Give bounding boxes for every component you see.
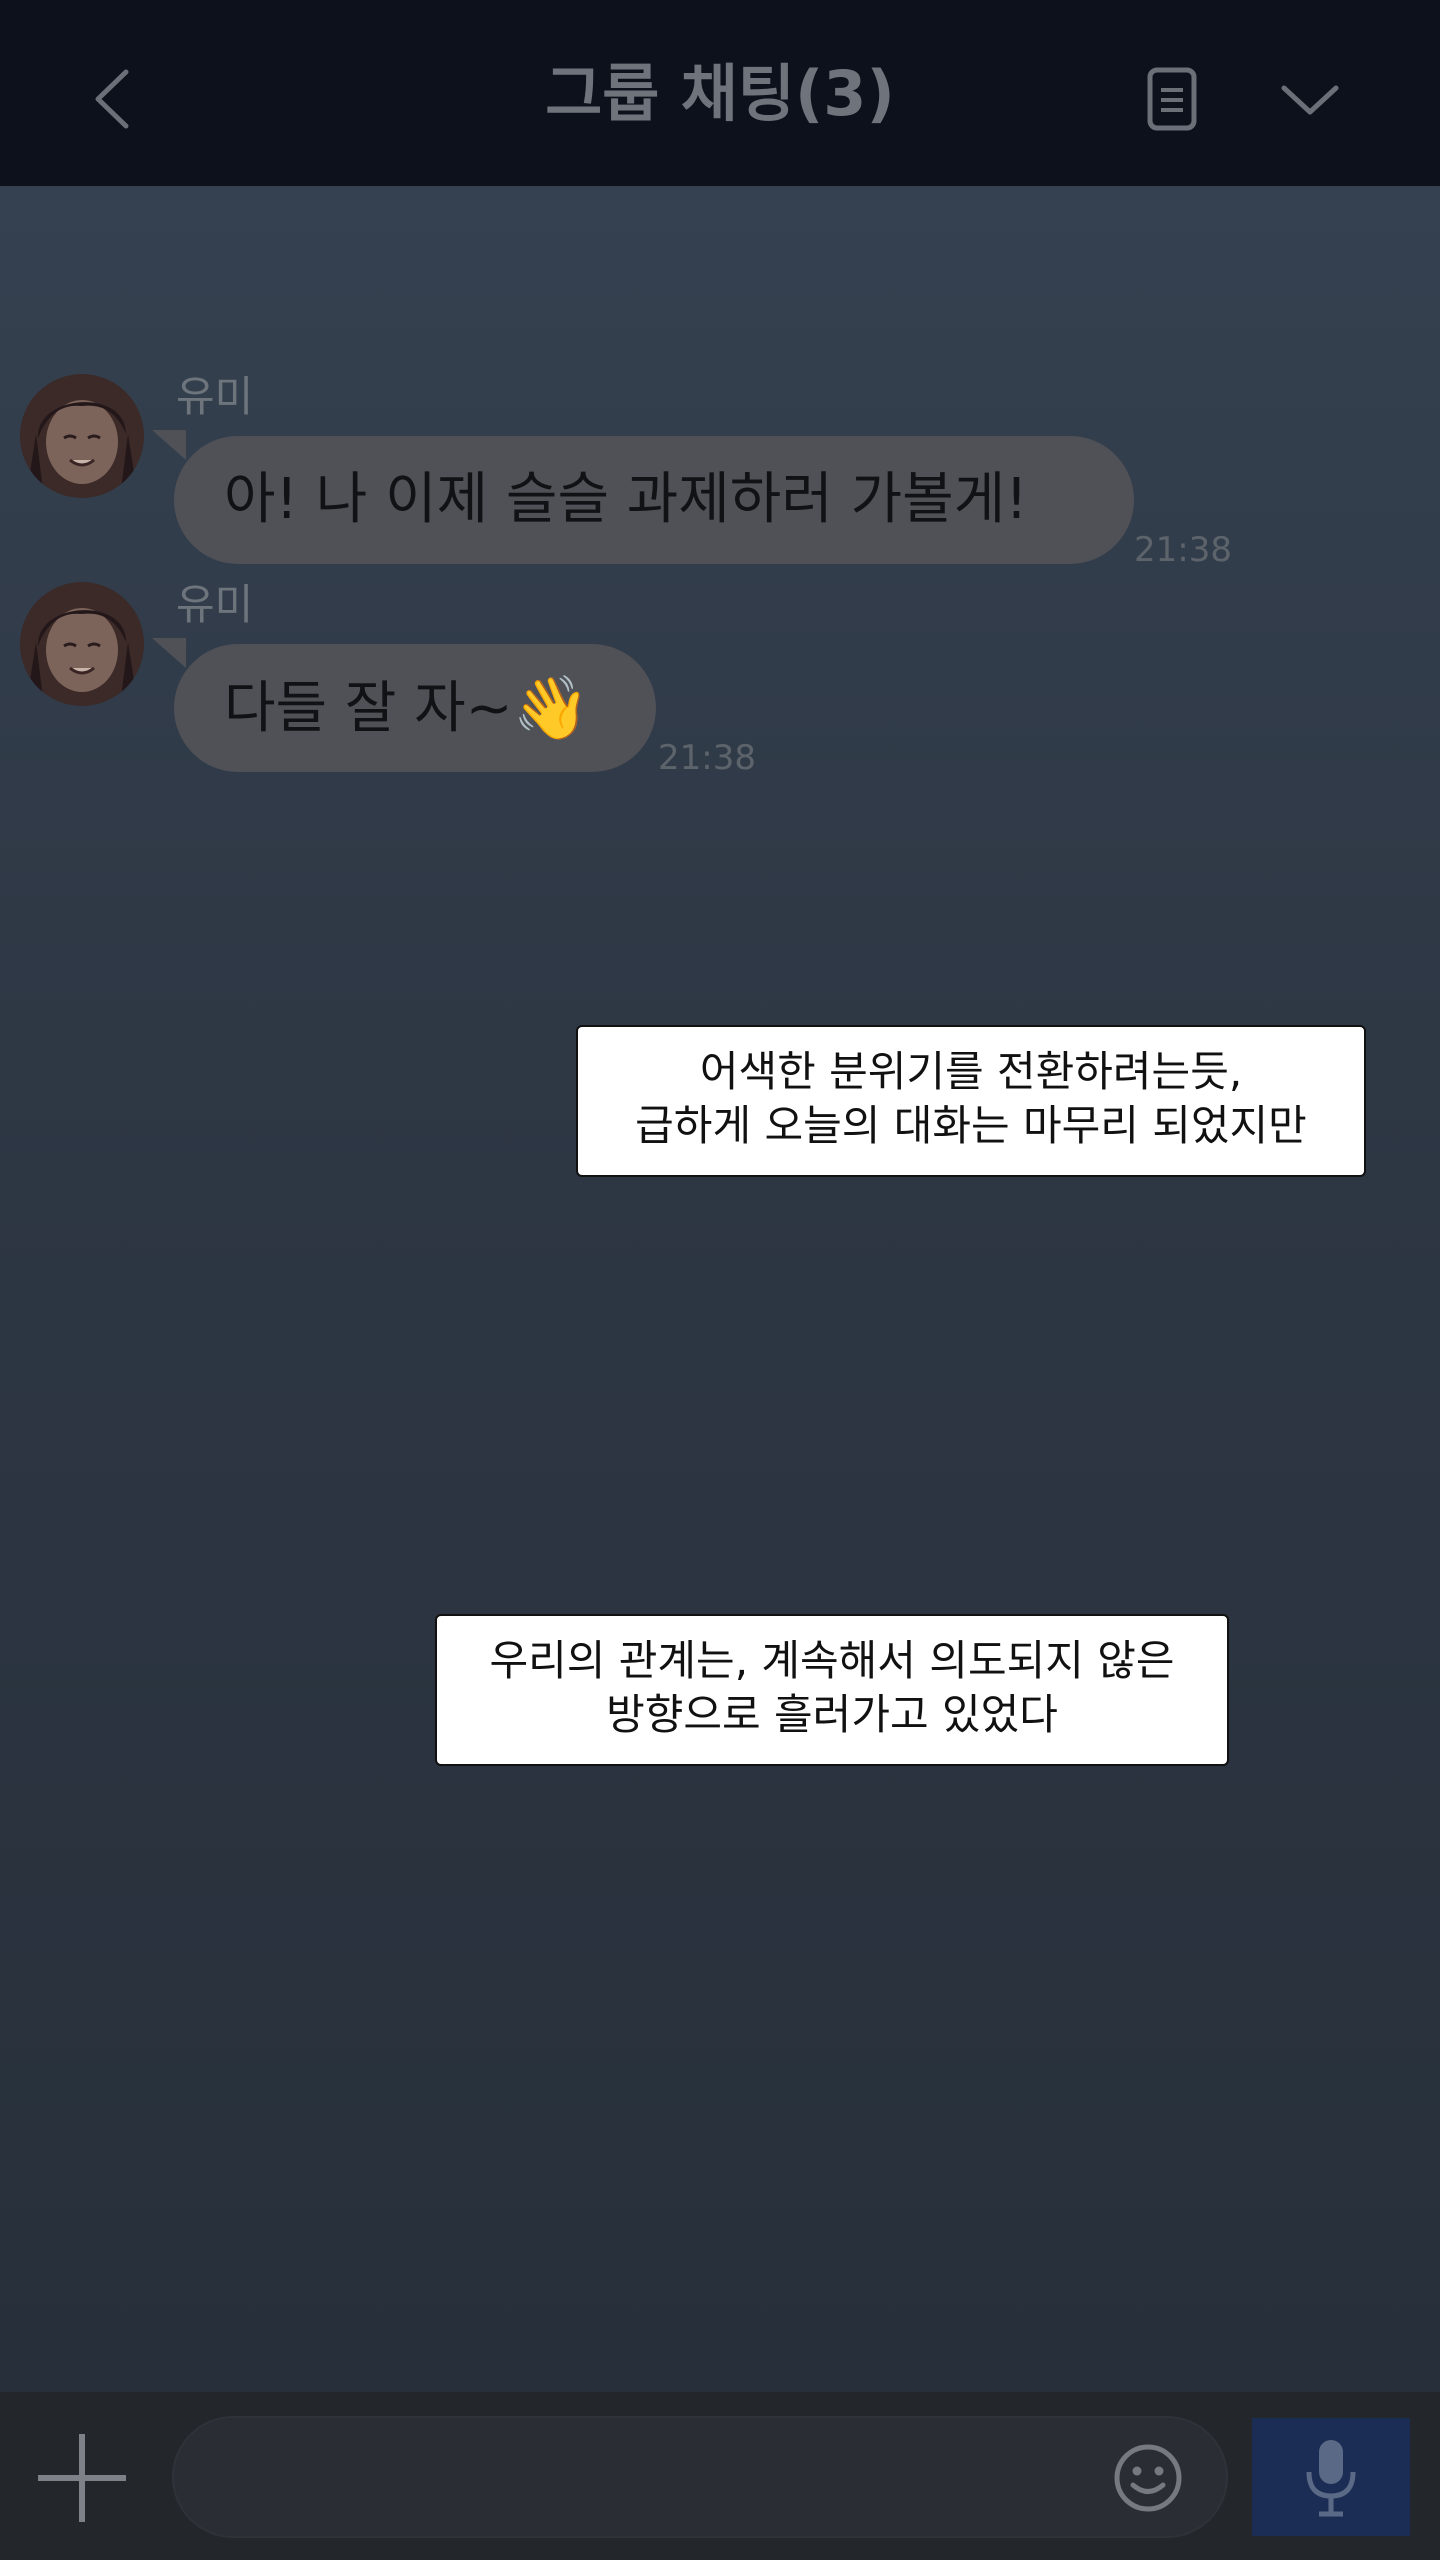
bubble-tail	[152, 638, 186, 668]
message-bubble[interactable]: 다들 잘 자~👋	[174, 644, 656, 772]
message-bubble[interactable]: 아! 나 이제 슬슬 과제하러 가볼게!	[174, 436, 1134, 564]
chat-title: 그룹 채팅(3)	[545, 57, 895, 130]
message-input[interactable]	[172, 2416, 1228, 2538]
sender-name: 유미	[176, 580, 254, 629]
message-text: 아! 나 이제 슬슬 과제하러 가볼게!	[224, 467, 1028, 532]
message-time: 21:38	[658, 738, 756, 778]
narration-line: 급하게 오늘의 대화는 마무리 되었지만	[635, 1101, 1307, 1150]
notes-icon[interactable]	[1142, 66, 1202, 132]
narration-line: 방향으로 흘러가고 있었다	[606, 1690, 1058, 1739]
chat-screen: 그룹 채팅(3) 유미 아! 나 이제 슬슬 과제하러 가볼게! 21:38 유…	[0, 0, 1440, 2560]
chat-message-area[interactable]: 유미 아! 나 이제 슬슬 과제하러 가볼게! 21:38 유미 다들 잘 자~…	[0, 186, 1440, 2392]
voice-record-button[interactable]	[1252, 2418, 1410, 2536]
chat-header: 그룹 채팅(3)	[0, 0, 1440, 186]
narration-line: 우리의 관계는, 계속해서 의도되지 않은	[489, 1636, 1175, 1685]
microphone-icon	[1306, 2440, 1356, 2517]
waving-hand-emoji: 👋	[512, 671, 590, 744]
avatar[interactable]	[20, 582, 144, 706]
avatar[interactable]	[20, 374, 144, 498]
bubble-tail	[152, 430, 186, 460]
chevron-down-icon[interactable]	[1280, 80, 1340, 120]
message-text: 다들 잘 자~	[224, 676, 513, 741]
message-input-bar	[0, 2392, 1440, 2560]
smiley-icon[interactable]	[1112, 2442, 1184, 2514]
avatar-image	[20, 374, 144, 498]
narration-line: 어색한 분위기를 전환하려는듯,	[699, 1047, 1243, 1096]
message-time: 21:38	[1134, 530, 1232, 570]
narration-caption: 우리의 관계는, 계속해서 의도되지 않은 방향으로 흘러가고 있었다	[435, 1614, 1229, 1766]
sender-name: 유미	[176, 372, 254, 421]
plus-icon[interactable]	[34, 2430, 130, 2526]
narration-caption: 어색한 분위기를 전환하려는듯, 급하게 오늘의 대화는 마무리 되었지만	[576, 1025, 1366, 1177]
avatar-image	[20, 582, 144, 706]
